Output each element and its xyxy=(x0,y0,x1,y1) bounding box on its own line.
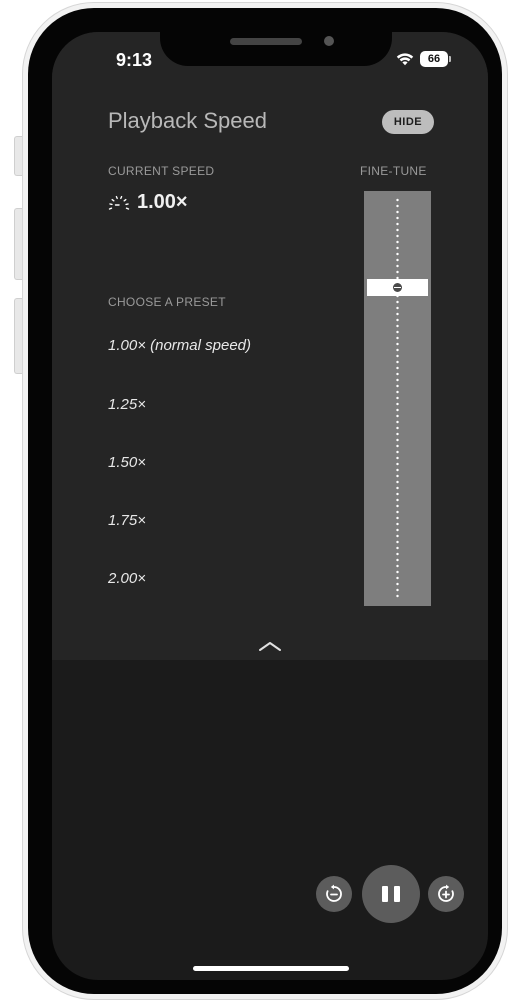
front-camera xyxy=(324,36,334,46)
pause-icon xyxy=(382,886,388,902)
skip-back-button[interactable] xyxy=(316,876,352,912)
home-indicator[interactable] xyxy=(193,966,349,971)
notch xyxy=(160,20,392,66)
preset-section-label: CHOOSE A PRESET xyxy=(108,295,226,309)
earpiece-speaker xyxy=(230,38,302,45)
grip-icon xyxy=(393,283,402,292)
skip-back-icon xyxy=(326,884,342,902)
preset-option[interactable]: 1.00× (normal speed) xyxy=(108,337,251,354)
preset-option[interactable]: 1.25× xyxy=(108,396,146,413)
fine-tune-label: FINE-TUNE xyxy=(360,164,427,178)
skip-forward-button[interactable] xyxy=(428,876,464,912)
status-icons: 66 xyxy=(396,51,451,67)
pause-icon xyxy=(394,886,400,902)
pause-button[interactable] xyxy=(362,865,420,923)
current-speed-value: 1.00× xyxy=(137,191,188,213)
slider-thumb[interactable] xyxy=(367,279,428,296)
current-speed-label: CURRENT SPEED xyxy=(108,164,215,178)
fine-tune-slider[interactable] xyxy=(364,191,431,606)
speed-gauge-icon xyxy=(108,195,130,210)
preset-option[interactable]: 1.75× xyxy=(108,512,146,529)
current-speed-display: 1.00× xyxy=(108,191,188,214)
chevron-up-icon[interactable] xyxy=(258,640,282,652)
preset-option[interactable]: 2.00× xyxy=(108,570,146,587)
wifi-icon xyxy=(396,53,414,66)
skip-forward-icon xyxy=(438,884,454,902)
page-title: Playback Speed xyxy=(108,108,267,133)
preset-option[interactable]: 1.50× xyxy=(108,454,146,471)
hide-button[interactable]: HIDE xyxy=(382,110,434,134)
slider-dotted-line xyxy=(396,197,399,600)
battery-icon: 66 xyxy=(420,51,451,67)
status-time: 9:13 xyxy=(116,50,153,70)
